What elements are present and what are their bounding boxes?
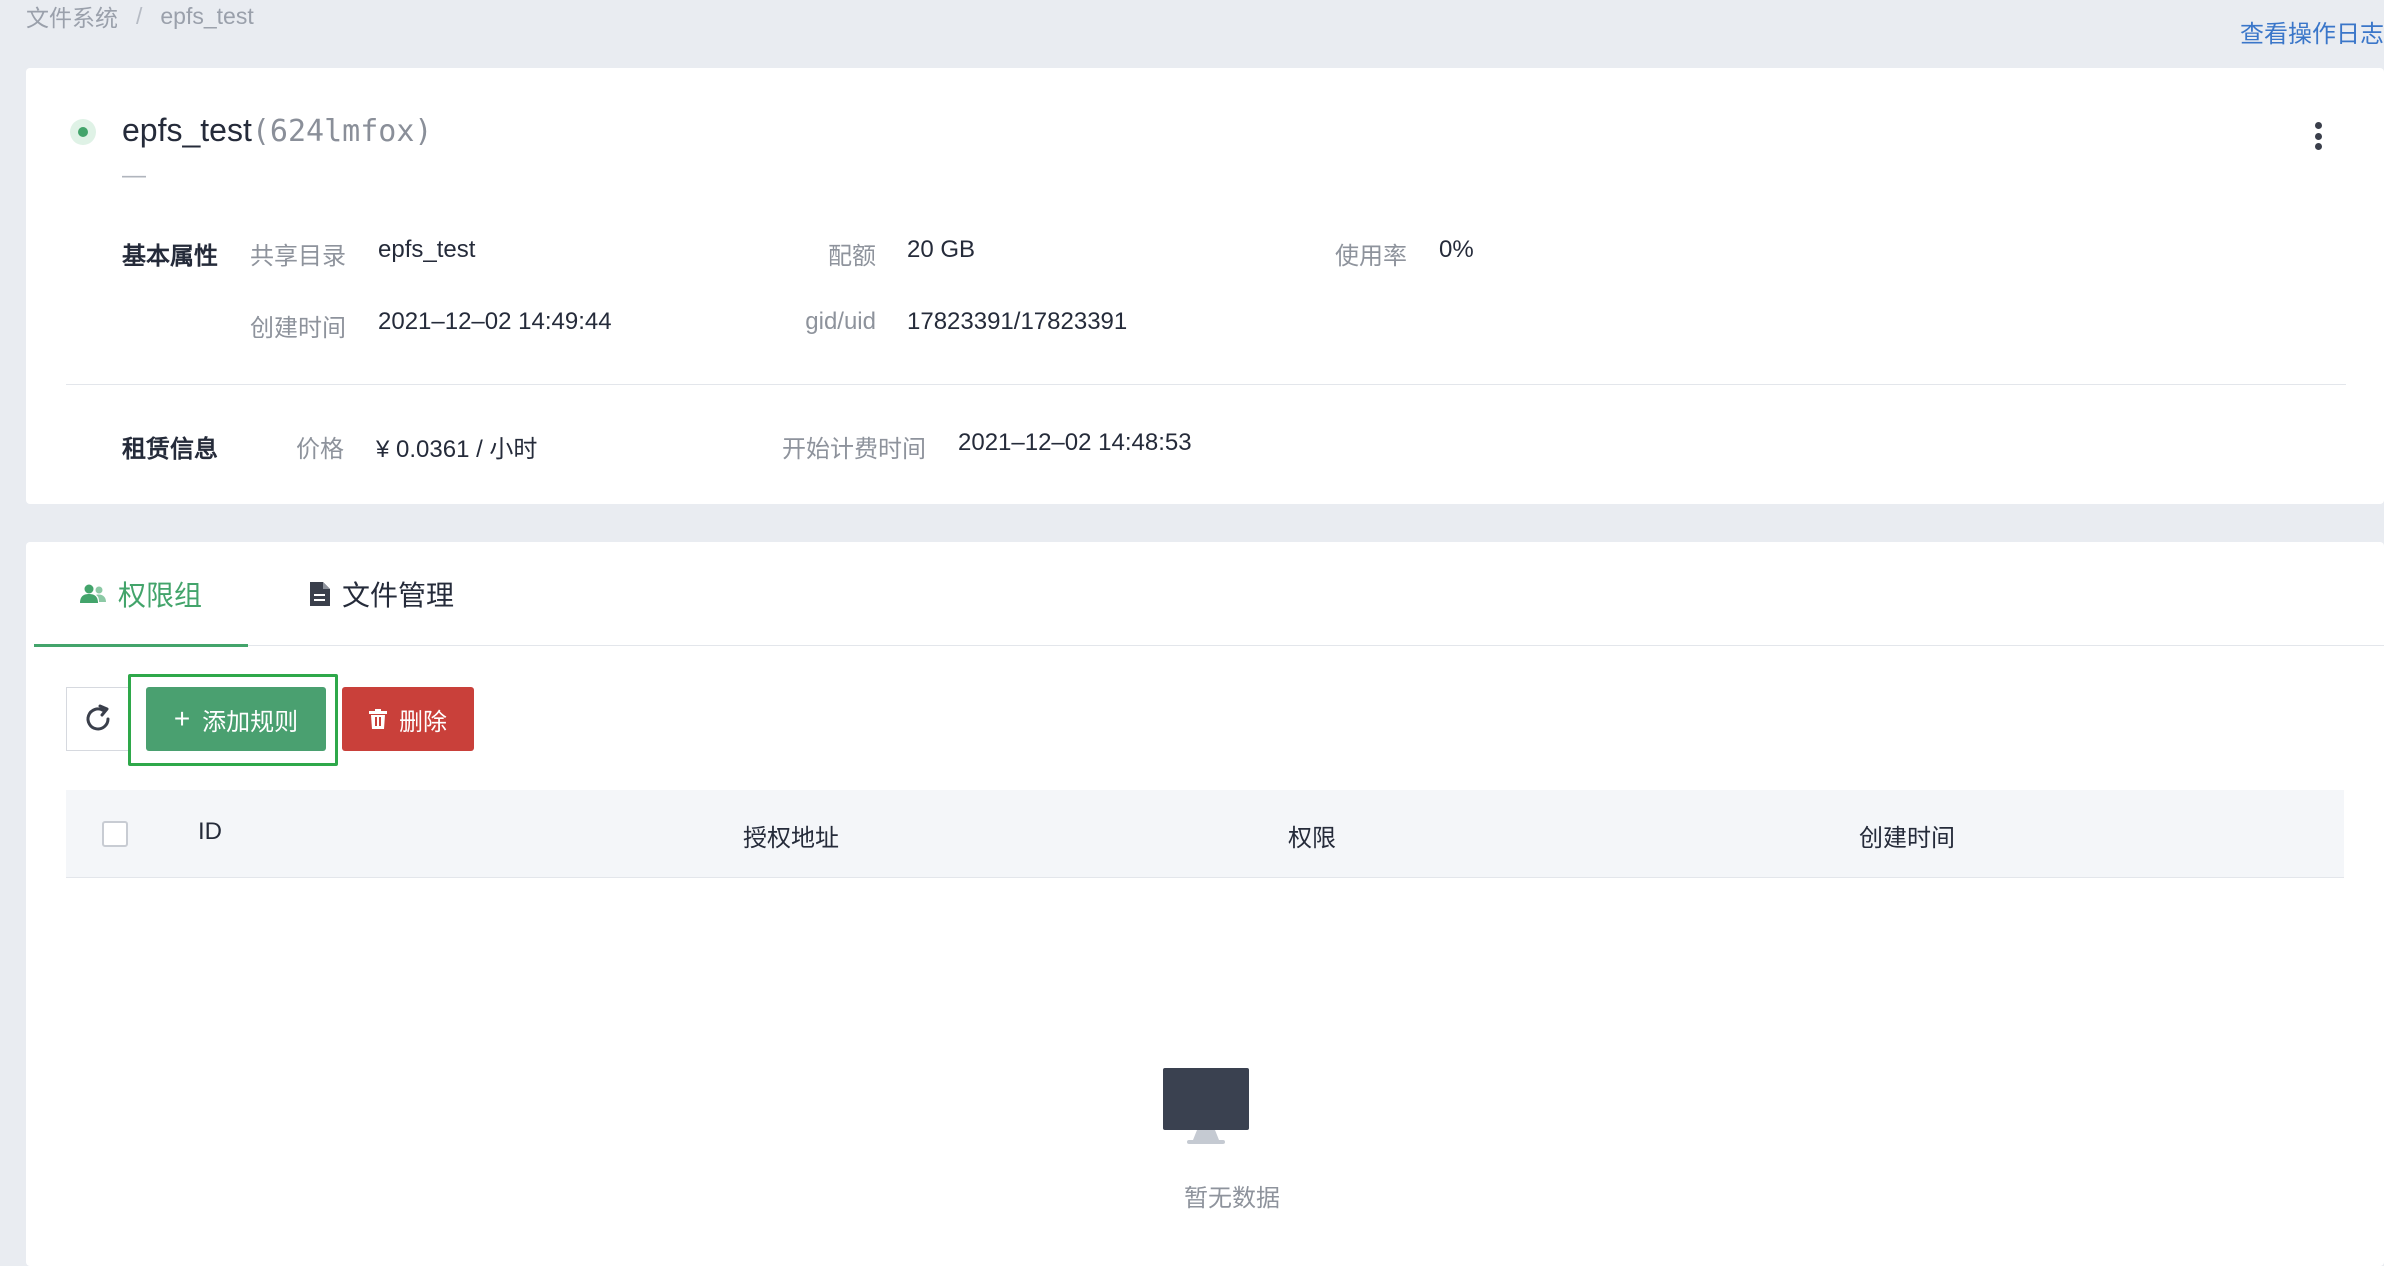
refresh-icon <box>86 704 110 731</box>
created-time-value: 2021–12–02 14:49:44 <box>378 308 612 335</box>
column-header-permission[interactable]: 权限 <box>1288 818 1336 853</box>
breadcrumb: 文件系统 / epfs_test <box>26 0 254 32</box>
more-dot <box>2314 143 2322 150</box>
trash-icon <box>369 709 387 729</box>
share-dir-label: 共享目录 <box>250 243 346 270</box>
basic-properties-label: 基本属性 <box>122 243 218 270</box>
gid-uid-label: gid/uid <box>805 308 876 335</box>
users-icon <box>80 584 106 603</box>
instance-id: (624lmfox) <box>251 114 433 149</box>
view-operation-log-link[interactable]: 查看操作日志 <box>2240 14 2384 49</box>
breadcrumb-current: epfs_test <box>160 2 254 29</box>
column-header-created-time[interactable]: 创建时间 <box>1859 818 1955 853</box>
breadcrumb-root[interactable]: 文件系统 <box>26 0 118 33</box>
add-rule-label: 添加规则 <box>202 708 299 736</box>
price-label: 价格 <box>296 436 344 463</box>
price-value: ¥ 0.0361 / 小时 <box>376 436 538 463</box>
plus-icon: + <box>173 703 191 734</box>
instance-description[interactable]: — <box>122 162 146 190</box>
quota-label: 配额 <box>828 243 876 270</box>
more-dot <box>2314 122 2322 129</box>
select-all-checkbox[interactable] <box>102 821 128 847</box>
instance-name: epfs_test <box>122 112 252 148</box>
quota-value: 20 GB <box>907 236 976 263</box>
usage-value: 0% <box>1439 236 1474 263</box>
billing-start-label: 开始计费时间 <box>782 436 926 463</box>
add-rule-button[interactable]: + 添加规则 <box>146 687 326 751</box>
delete-label: 删除 <box>399 708 447 736</box>
tab-label: 权限组 <box>118 580 203 611</box>
permission-panel: 权限组 文件管理 + 添加规则 删除 ID 授权地址 权限 创建时间 暂无数据 <box>26 542 2384 1266</box>
instance-info-card: epfs_test (624lmfox) — 基本属性 共享目录 epfs_te… <box>26 68 2384 504</box>
billing-start-value: 2021–12–02 14:48:53 <box>958 429 1192 456</box>
table-header: ID 授权地址 权限 创建时间 <box>66 790 2344 878</box>
section-divider <box>66 384 2346 385</box>
breadcrumb-separator: / <box>136 2 143 29</box>
tab-bar: 权限组 文件管理 <box>34 542 2384 647</box>
tab-file-management[interactable]: 文件管理 <box>310 542 454 646</box>
lease-info-label: 租赁信息 <box>122 436 218 463</box>
instance-title: epfs_test (624lmfox) <box>122 112 432 149</box>
share-dir-value: epfs_test <box>378 236 476 263</box>
empty-state-text: 暂无数据 <box>1184 1185 1280 1212</box>
column-header-address[interactable]: 授权地址 <box>743 818 839 853</box>
empty-monitor-icon <box>1163 1068 1249 1144</box>
gid-uid-value: 17823391/17823391 <box>907 308 1128 335</box>
column-header-id[interactable]: ID <box>198 818 222 846</box>
delete-button[interactable]: 删除 <box>342 687 474 751</box>
tab-permission-group[interactable]: 权限组 <box>34 542 249 647</box>
usage-label: 使用率 <box>1335 243 1407 270</box>
created-time-label: 创建时间 <box>250 315 346 342</box>
file-icon <box>310 582 330 606</box>
more-actions-button[interactable] <box>2308 116 2328 156</box>
tab-label: 文件管理 <box>342 580 455 611</box>
more-dot <box>2314 132 2322 140</box>
status-indicator <box>70 119 96 145</box>
refresh-button[interactable] <box>66 687 130 751</box>
